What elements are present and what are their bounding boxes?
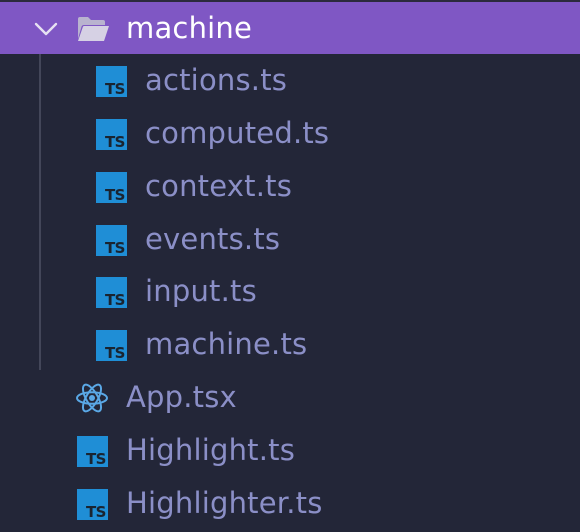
file-row[interactable]: TS machine.ts xyxy=(0,318,580,370)
file-label: actions.ts xyxy=(145,63,288,97)
file-row[interactable]: TS Highlighter.ts xyxy=(0,477,580,529)
typescript-icon: TS xyxy=(96,225,127,257)
file-row[interactable]: TS context.ts xyxy=(0,160,580,212)
file-row[interactable]: TS input.ts xyxy=(0,265,580,317)
file-label: context.ts xyxy=(145,169,292,203)
file-row[interactable]: TS actions.ts xyxy=(0,54,580,106)
file-label: Highlighter.ts xyxy=(126,486,323,520)
typescript-icon: TS xyxy=(96,119,127,151)
chevron-down-icon[interactable] xyxy=(32,15,60,43)
file-explorer: machine TS actions.ts TS computed.ts TS … xyxy=(0,0,580,532)
folder-label: machine xyxy=(126,11,253,45)
file-label: Highlight.ts xyxy=(126,433,296,467)
typescript-icon: TS xyxy=(96,277,127,309)
file-label: App.tsx xyxy=(126,380,237,414)
file-row[interactable]: App.tsx xyxy=(0,371,580,423)
typescript-icon: TS xyxy=(96,172,127,204)
file-label: events.ts xyxy=(145,222,281,256)
file-label: input.ts xyxy=(145,274,257,308)
folder-open-icon xyxy=(78,17,109,41)
folder-row-machine[interactable]: machine xyxy=(0,2,580,54)
file-row[interactable]: TS Highlight.ts xyxy=(0,424,580,476)
typescript-icon: TS xyxy=(96,66,127,98)
file-row[interactable]: TS computed.ts xyxy=(0,107,580,159)
file-label: computed.ts xyxy=(145,116,330,150)
typescript-icon: TS xyxy=(77,436,108,468)
file-label: machine.ts xyxy=(145,327,308,361)
typescript-icon: TS xyxy=(77,489,108,521)
react-icon xyxy=(76,383,108,413)
typescript-icon: TS xyxy=(96,330,127,362)
file-row[interactable]: TS events.ts xyxy=(0,213,580,265)
